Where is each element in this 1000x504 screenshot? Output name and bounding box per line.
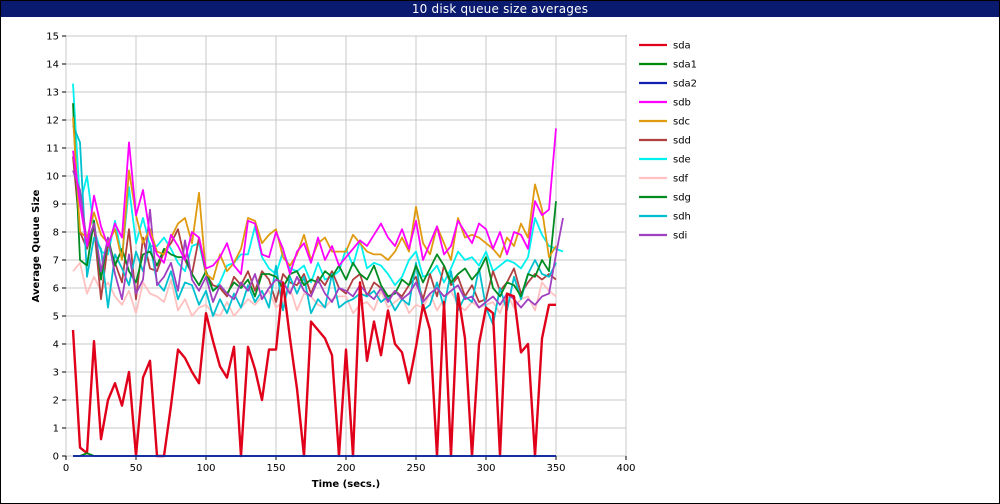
x-axis-ticks: 0 50 100 150 200 250 300 350 400 <box>63 456 636 474</box>
x-tick-label-5: 250 <box>406 463 425 474</box>
y-tick-label-15: 15 <box>46 32 59 43</box>
y-axis-ticks: 0123456789101112131415 <box>46 32 66 463</box>
x-tick-label-7: 350 <box>546 463 565 474</box>
legend-label-sda1: sda1 <box>673 60 697 71</box>
y-tick-label-4: 4 <box>53 340 59 351</box>
line-chart: 0 50 100 150 200 250 300 350 400 012345678910111… <box>31 32 697 491</box>
legend-label-sdh: sdh <box>673 212 691 223</box>
y-tick-label-11: 11 <box>46 144 59 155</box>
legend-label-sdc: sdc <box>673 117 690 128</box>
legend-label-sda2: sda2 <box>673 79 697 90</box>
y-tick-label-5: 5 <box>53 312 59 323</box>
legend-label-sda: sda <box>673 41 691 52</box>
legend: sda sda1 sda2 sdb sdc sdd sde sdf sdg sdh sdi <box>639 41 697 242</box>
x-tick-label-0: 0 <box>63 463 69 474</box>
legend-label-sdg: sdg <box>673 193 691 204</box>
x-tick-label-6: 300 <box>476 463 495 474</box>
y-tick-label-8: 8 <box>53 228 59 239</box>
y-tick-label-12: 12 <box>46 116 59 127</box>
y-tick-label-1: 1 <box>53 424 59 435</box>
y-tick-label-7: 7 <box>53 256 59 267</box>
y-axis-label: Average Queue Size <box>31 189 42 302</box>
y-tick-label-10: 10 <box>46 172 59 183</box>
x-tick-label-4: 200 <box>336 463 355 474</box>
y-tick-label-2: 2 <box>53 396 59 407</box>
legend-label-sdi: sdi <box>673 231 687 242</box>
legend-label-sdd: sdd <box>673 136 691 147</box>
legend-label-sdf: sdf <box>673 174 689 185</box>
chart-window: 10 disk queue size averages 0 50 100 150 200… <box>0 0 1000 504</box>
y-tick-label-9: 9 <box>53 200 59 211</box>
x-tick-label-8: 400 <box>616 463 635 474</box>
x-axis-label: Time (secs.) <box>312 479 381 490</box>
x-tick-label-1: 50 <box>130 463 143 474</box>
y-tick-label-0: 0 <box>53 452 59 463</box>
x-tick-label-2: 100 <box>196 463 215 474</box>
y-tick-label-6: 6 <box>53 284 59 295</box>
y-tick-label-14: 14 <box>46 60 59 71</box>
y-tick-label-13: 13 <box>46 88 59 99</box>
legend-label-sdb: sdb <box>673 98 691 109</box>
y-tick-label-3: 3 <box>53 368 59 379</box>
legend-label-sde: sde <box>673 155 691 166</box>
x-tick-label-3: 150 <box>266 463 285 474</box>
